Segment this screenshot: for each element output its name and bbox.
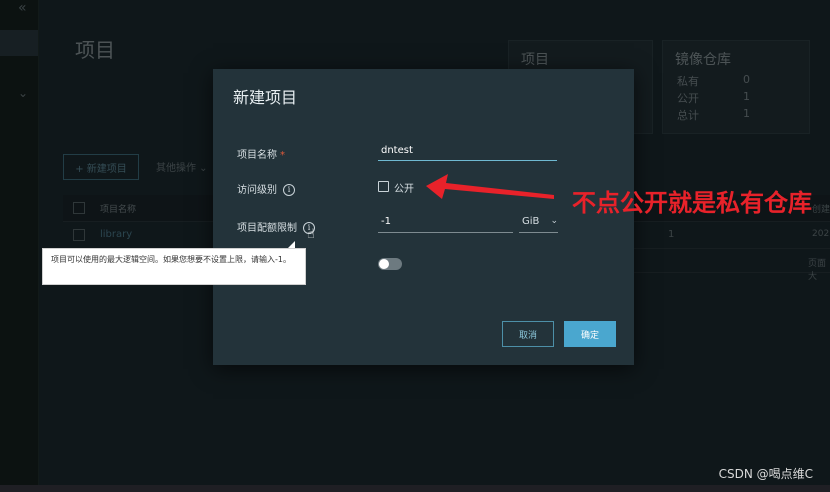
project-name-label: 项目名称 * <box>237 146 285 161</box>
quota-limit-label: 项目配额限制 i <box>237 219 315 234</box>
info-icon[interactable]: i <box>283 184 295 196</box>
annotation-arrow-icon <box>426 174 554 199</box>
public-checkbox-label[interactable]: 公开 <box>394 180 414 195</box>
new-project-dialog: 新建项目 项目名称 * dntest 访问级别 i 公开 项目配额限制 i -1 Gi… <box>213 69 634 365</box>
dialog-title: 新建项目 <box>233 88 298 107</box>
quota-limit-label-text: 项目配额限制 <box>237 223 297 234</box>
ok-button[interactable]: 确定 <box>564 321 616 347</box>
public-checkbox[interactable] <box>378 181 389 192</box>
project-name-input[interactable]: dntest <box>378 142 557 161</box>
access-level-label: 访问级别 i <box>237 181 295 196</box>
quota-unit-value: GiB <box>522 216 540 227</box>
arrow-shape <box>426 174 554 199</box>
toggle-knob <box>379 259 389 269</box>
proxy-cache-toggle[interactable] <box>378 258 402 270</box>
annotation-text: 不点公开就是私有仓库 <box>572 189 812 217</box>
quota-tooltip: 项目可以使用的最大逻辑空间。如果您想要不设置上限，请输入-1。 <box>42 248 306 285</box>
cancel-button[interactable]: 取消 <box>502 321 554 347</box>
watermark: CSDN @喝点维C <box>718 467 813 481</box>
project-name-label-text: 项目名称 <box>237 150 277 161</box>
quota-unit-select[interactable]: GiB ⌄ <box>519 216 558 233</box>
quota-input[interactable]: -1 <box>378 216 513 233</box>
required-mark: * <box>280 150 285 161</box>
access-level-label-text: 访问级别 <box>237 185 277 196</box>
chevron-down-icon: ⌄ <box>550 216 558 226</box>
hand-cursor-icon: ☝ <box>307 227 315 242</box>
